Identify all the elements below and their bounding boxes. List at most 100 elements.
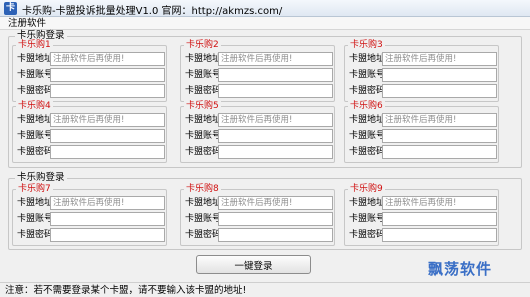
address-input[interactable] — [382, 196, 497, 210]
account-group: 卡乐购1 卡盟地址 卡盟账号 卡盟密码 — [12, 40, 167, 102]
account-input[interactable] — [50, 68, 165, 82]
status-bar: 注意：若不需要登录某个卡盟，请不要输入该卡盟的地址! — [0, 282, 530, 297]
address-row: 卡盟地址 — [185, 52, 333, 66]
menu-register-software[interactable]: 注册软件 — [8, 17, 46, 30]
account-input[interactable] — [382, 129, 497, 143]
group-title: 卡乐购7 — [16, 184, 53, 195]
account-row: 卡盟账号 — [185, 212, 333, 226]
password-row: 卡盟密码 — [17, 84, 165, 98]
account-group: 卡乐购6 卡盟地址 卡盟账号 卡盟密码 — [344, 101, 499, 163]
password-label: 卡盟密码 — [17, 86, 54, 96]
menu-bar: 注册软件 — [0, 17, 530, 30]
password-row: 卡盟密码 — [185, 228, 333, 242]
password-label: 卡盟密码 — [185, 86, 222, 96]
account-label: 卡盟账号 — [349, 131, 386, 141]
address-row: 卡盟地址 — [185, 113, 333, 127]
account-row: 卡盟账号 — [349, 129, 497, 143]
password-label: 卡盟密码 — [349, 86, 386, 96]
address-input[interactable] — [218, 52, 333, 66]
account-row: 卡盟账号 — [185, 68, 333, 82]
group-title: 卡乐购5 — [184, 101, 221, 112]
account-input[interactable] — [50, 212, 165, 226]
account-label: 卡盟账号 — [185, 70, 222, 80]
address-row: 卡盟地址 — [17, 113, 165, 127]
address-label: 卡盟地址 — [349, 54, 386, 64]
password-input[interactable] — [382, 84, 497, 98]
account-row: 卡盟账号 — [185, 129, 333, 143]
group-title: 卡乐购9 — [348, 184, 385, 195]
password-row: 卡盟密码 — [185, 145, 333, 159]
account-group: 卡乐购2 卡盟地址 卡盟账号 卡盟密码 — [180, 40, 335, 102]
account-row: 卡盟账号 — [17, 212, 165, 226]
address-input[interactable] — [50, 113, 165, 127]
account-row: 卡盟账号 — [17, 68, 165, 82]
password-label: 卡盟密码 — [349, 147, 386, 157]
group-title: 卡乐购4 — [16, 101, 53, 112]
address-row: 卡盟地址 — [17, 52, 165, 66]
account-label: 卡盟账号 — [17, 131, 54, 141]
password-row: 卡盟密码 — [349, 145, 497, 159]
account-group: 卡乐购8 卡盟地址 卡盟账号 卡盟密码 — [180, 184, 335, 246]
account-label: 卡盟账号 — [17, 70, 54, 80]
address-label: 卡盟地址 — [185, 115, 222, 125]
account-row: 卡盟账号 — [349, 212, 497, 226]
password-input[interactable] — [218, 145, 333, 159]
password-input[interactable] — [218, 84, 333, 98]
account-input[interactable] — [382, 212, 497, 226]
account-input[interactable] — [218, 129, 333, 143]
title-bar[interactable]: 卡 卡乐购-卡盟投诉批量处理V1.0 官网：http://akmzs.com/ — [0, 0, 530, 17]
account-label: 卡盟账号 — [185, 214, 222, 224]
status-notice: 注意：若不需要登录某个卡盟，请不要输入该卡盟的地址! — [5, 285, 247, 296]
address-input[interactable] — [218, 113, 333, 127]
account-group: 卡乐购3 卡盟地址 卡盟账号 卡盟密码 — [344, 40, 499, 102]
password-input[interactable] — [50, 228, 165, 242]
account-input[interactable] — [218, 212, 333, 226]
section-title: 卡乐购登录 — [15, 172, 67, 184]
account-input[interactable] — [218, 68, 333, 82]
password-row: 卡盟密码 — [349, 228, 497, 242]
account-row: 卡盟账号 — [349, 68, 497, 82]
password-input[interactable] — [382, 228, 497, 242]
password-row: 卡盟密码 — [17, 145, 165, 159]
address-input[interactable] — [382, 52, 497, 66]
address-label: 卡盟地址 — [17, 115, 54, 125]
password-label: 卡盟密码 — [185, 230, 222, 240]
address-label: 卡盟地址 — [17, 198, 54, 208]
password-input[interactable] — [50, 84, 165, 98]
address-input[interactable] — [50, 52, 165, 66]
account-label: 卡盟账号 — [349, 214, 386, 224]
address-label: 卡盟地址 — [349, 115, 386, 125]
password-input[interactable] — [382, 145, 497, 159]
address-label: 卡盟地址 — [185, 198, 222, 208]
account-label: 卡盟账号 — [17, 214, 54, 224]
address-label: 卡盟地址 — [17, 54, 54, 64]
password-input[interactable] — [50, 145, 165, 159]
password-row: 卡盟密码 — [349, 84, 497, 98]
address-row: 卡盟地址 — [185, 196, 333, 210]
account-group: 卡乐购9 卡盟地址 卡盟账号 卡盟密码 — [344, 184, 499, 246]
password-label: 卡盟密码 — [349, 230, 386, 240]
address-row: 卡盟地址 — [349, 196, 497, 210]
password-row: 卡盟密码 — [185, 84, 333, 98]
password-label: 卡盟密码 — [17, 147, 54, 157]
password-input[interactable] — [218, 228, 333, 242]
password-row: 卡盟密码 — [17, 228, 165, 242]
one-click-login-button[interactable]: 一键登录 — [196, 255, 311, 274]
account-input[interactable] — [382, 68, 497, 82]
password-label: 卡盟密码 — [185, 147, 222, 157]
address-row: 卡盟地址 — [349, 113, 497, 127]
address-input[interactable] — [382, 113, 497, 127]
group-title: 卡乐购3 — [348, 40, 385, 51]
window-title: 卡乐购-卡盟投诉批量处理V1.0 官网：http://akmzs.com/ — [22, 6, 283, 17]
address-label: 卡盟地址 — [185, 54, 222, 64]
group-title: 卡乐购2 — [184, 40, 221, 51]
group-title: 卡乐购6 — [348, 101, 385, 112]
address-input[interactable] — [50, 196, 165, 210]
password-label: 卡盟密码 — [17, 230, 54, 240]
group-title: 卡乐购1 — [16, 40, 53, 51]
account-label: 卡盟账号 — [185, 131, 222, 141]
account-input[interactable] — [50, 129, 165, 143]
account-group: 卡乐购4 卡盟地址 卡盟账号 卡盟密码 — [12, 101, 167, 163]
address-row: 卡盟地址 — [349, 52, 497, 66]
address-input[interactable] — [218, 196, 333, 210]
